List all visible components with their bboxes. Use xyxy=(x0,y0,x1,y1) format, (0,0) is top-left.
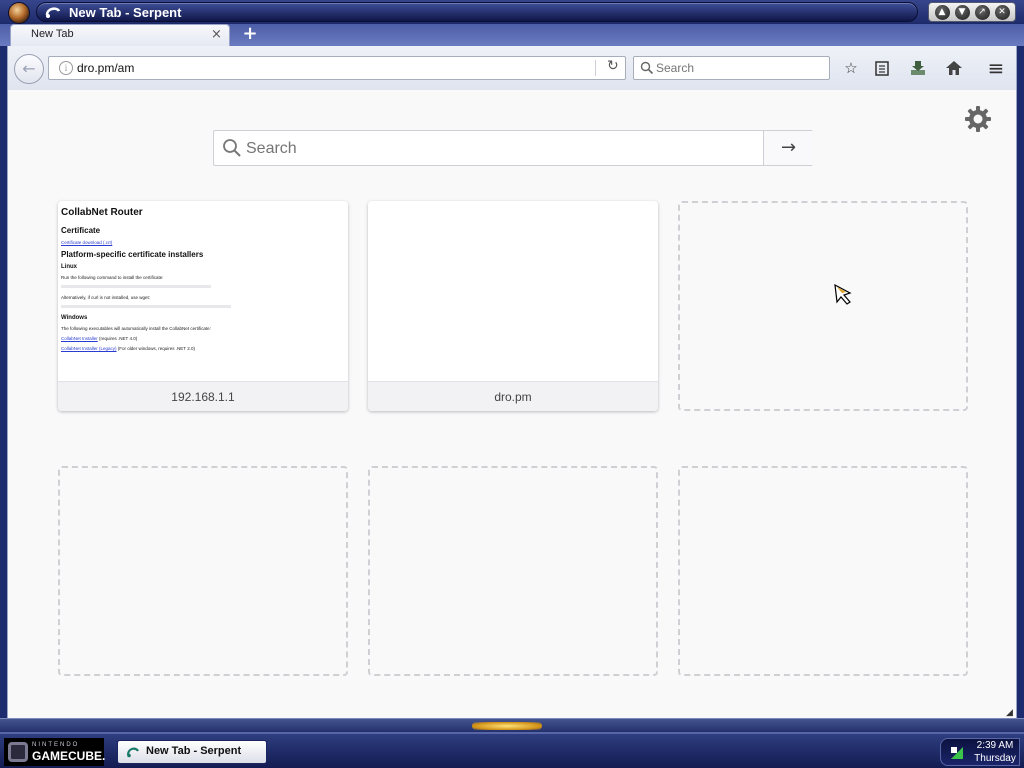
reload-icon[interactable]: ↻ xyxy=(607,58,619,74)
tab-label: New Tab xyxy=(31,28,74,40)
back-button[interactable]: ← xyxy=(14,54,44,84)
bottom-glow-handle xyxy=(472,722,542,730)
clock-day: Thursday xyxy=(974,753,1016,764)
title-pill: New Tab - Serpent xyxy=(36,2,918,22)
tray-network-icon[interactable] xyxy=(949,745,965,761)
search-input[interactable] xyxy=(656,59,826,77)
page-search-input[interactable] xyxy=(246,137,756,161)
window-controls: ▲ ▼ ↗ ✕ xyxy=(928,2,1016,22)
mouse-cursor-icon xyxy=(834,284,852,305)
url-separator xyxy=(595,60,596,76)
window-down-icon[interactable]: ▼ xyxy=(954,4,970,20)
gear-icon[interactable] xyxy=(963,104,993,134)
resize-grip-icon[interactable]: ◢ xyxy=(1006,708,1013,718)
taskbar-window-button[interactable]: New Tab - Serpent xyxy=(117,740,267,764)
window-title: New Tab - Serpent xyxy=(69,5,182,20)
thumb-code-line xyxy=(61,285,211,288)
thumb-link-row: CollabNet Installer (requires .NET 4.0) xyxy=(61,336,345,341)
thumb-link-row: CollabNet Installer (Legacy) (For older … xyxy=(61,346,345,351)
url-text[interactable]: dro.pm/am xyxy=(77,61,134,75)
thumb-heading: CollabNet Router xyxy=(61,207,143,218)
thumb-section: Platform-specific certificate installers xyxy=(61,250,204,259)
nav-bar: ← i dro.pm/am ↻ ☆ ≡ xyxy=(7,46,1017,90)
new-tab-page: → CollabNet Router Certificate Certifica… xyxy=(7,90,1017,718)
empty-tile-slot[interactable] xyxy=(678,201,968,411)
url-bar[interactable]: i dro.pm/am ↻ xyxy=(48,56,626,80)
system-menu-orb-icon[interactable] xyxy=(8,2,30,24)
tab-new-tab[interactable]: New Tab × xyxy=(10,24,230,46)
empty-tile-slot[interactable] xyxy=(368,466,658,676)
new-tab-button[interactable]: + xyxy=(240,24,260,44)
thumb-subheading: Windows xyxy=(61,315,88,321)
search-go-button[interactable]: → xyxy=(763,131,813,165)
empty-tile-slot[interactable] xyxy=(678,466,968,676)
thumb-subheading: Linux xyxy=(61,264,77,270)
thumb-paragraph: Run the following command to install the… xyxy=(61,275,164,280)
thumb-link: CollabNet Installer (Legacy) xyxy=(61,346,117,351)
tab-strip: New Tab × + xyxy=(0,24,1024,46)
site-info-icon[interactable]: i xyxy=(59,61,73,75)
top-site-tile[interactable]: CollabNet Router Certificate Certificate… xyxy=(58,201,348,411)
empty-tile-slot[interactable] xyxy=(58,466,348,676)
thumb-link: Certificate download (.crt) xyxy=(61,240,113,245)
search-bar[interactable] xyxy=(633,56,830,80)
window-bottom-frame xyxy=(0,718,1024,732)
window-maximize-icon[interactable]: ↗ xyxy=(974,4,990,20)
taskbar: NINTENDO GAMECUBE. New Tab - Serpent 2:3… xyxy=(0,732,1024,768)
reading-list-icon[interactable] xyxy=(872,58,892,78)
thumb-paragraph: The following executables will automatic… xyxy=(61,326,211,331)
tile-thumbnail: CollabNet Router Certificate Certificate… xyxy=(61,207,345,377)
tile-caption: dro.pm xyxy=(368,381,658,411)
page-search-box: → xyxy=(213,130,813,166)
serpent-app-icon xyxy=(126,747,139,758)
start-logo-small-text: NINTENDO xyxy=(32,742,80,748)
thumb-section: Certificate xyxy=(61,226,101,235)
window-titlebar[interactable]: New Tab - Serpent ▲ ▼ ↗ ✕ xyxy=(0,0,1024,24)
thumb-link: CollabNet Installer xyxy=(61,336,98,341)
gamecube-logo-icon xyxy=(8,742,28,762)
menu-icon[interactable]: ≡ xyxy=(986,58,1006,78)
star-icon[interactable]: ☆ xyxy=(841,58,861,78)
window-up-icon[interactable]: ▲ xyxy=(934,4,950,20)
start-logo-text: GAMECUBE. xyxy=(32,749,106,763)
serpent-app-icon xyxy=(45,7,61,18)
system-tray: 2:39 AM Thursday xyxy=(940,738,1020,766)
tile-caption: 192.168.1.1 xyxy=(58,381,348,411)
thumb-code-line xyxy=(61,305,231,308)
start-button[interactable]: NINTENDO GAMECUBE. xyxy=(4,738,106,766)
home-icon[interactable] xyxy=(944,58,964,78)
tab-close-icon[interactable]: × xyxy=(211,27,222,42)
thumb-link-suffix: (requires .NET 4.0) xyxy=(97,336,138,341)
window-close-icon[interactable]: ✕ xyxy=(994,4,1010,20)
search-icon xyxy=(223,139,241,157)
downloads-icon[interactable] xyxy=(908,58,928,78)
search-icon xyxy=(640,61,654,75)
thumb-paragraph: Alternatively, if curl is not installed,… xyxy=(61,295,150,300)
thumb-link-suffix: (For older windows, requires .NET 2.0) xyxy=(116,346,195,351)
taskbar-window-label: New Tab - Serpent xyxy=(146,745,242,757)
clock-time[interactable]: 2:39 AM xyxy=(973,740,1017,751)
top-site-tile[interactable]: dro.pm xyxy=(368,201,658,411)
